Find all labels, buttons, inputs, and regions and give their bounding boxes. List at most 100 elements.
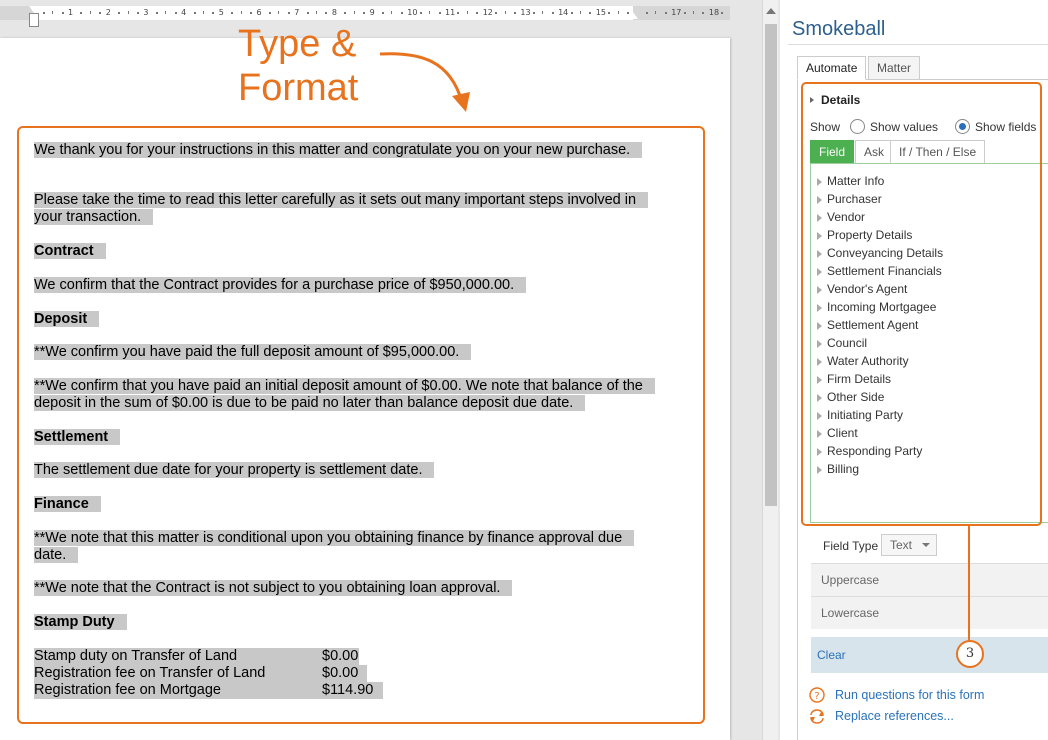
ruler-tick — [278, 11, 280, 14]
letter-paragraph[interactable]: The settlement due date for your propert… — [34, 462, 644, 479]
ruler-tick — [608, 12, 611, 14]
ruler-tick — [155, 12, 158, 14]
annotation-step-badge: 3 — [956, 640, 984, 668]
ruler-tick — [89, 11, 91, 14]
ruler-tick — [268, 12, 271, 14]
ruler-tick — [617, 11, 619, 14]
letter-paragraph[interactable]: **We confirm you have paid the full depo… — [34, 344, 644, 361]
paragraph-text: **We note that this matter is conditiona… — [34, 530, 635, 563]
annotation-callout-line — [968, 526, 970, 641]
ruler-tick — [52, 11, 54, 14]
ruler-tick — [570, 12, 573, 14]
clear-button[interactable]: Clear — [811, 637, 1048, 673]
ruler-number: 18 — [708, 8, 720, 17]
field-type-label: Field Type — [823, 539, 879, 553]
ruler-tick — [702, 12, 705, 14]
field-type-value: Text — [890, 538, 913, 552]
ruler-tick — [504, 11, 506, 14]
ruler-tick — [250, 12, 253, 14]
ruler-tick — [542, 11, 544, 14]
scroll-up-arrow-icon[interactable] — [766, 8, 776, 14]
left-indent-marker[interactable] — [29, 13, 39, 27]
tab-automate[interactable]: Automate — [797, 56, 867, 80]
letter-paragraph[interactable]: **We note that the Contract is not subje… — [34, 580, 644, 597]
ruler-number: 10 — [407, 8, 418, 17]
ruler-number: 17 — [671, 8, 682, 17]
ruler-tick — [240, 11, 242, 14]
ruler-tick — [127, 11, 129, 14]
paragraph-text: We thank you for your instructions in th… — [34, 142, 643, 158]
section-heading-stamp-duty[interactable]: Stamp Duty — [34, 614, 644, 631]
ruler-number: 4 — [181, 8, 187, 17]
run-questions-text: Run questions for this form — [835, 688, 985, 702]
fee-label: Registration fee on Transfer of Land — [34, 665, 266, 681]
ruler-tick — [429, 11, 431, 14]
section-heading-finance[interactable]: Finance — [34, 496, 644, 513]
ruler-tick — [579, 11, 581, 14]
paragraph-text: Please take the time to read this letter… — [34, 192, 649, 225]
ruler-tick — [645, 12, 648, 14]
ruler-number: 7 — [294, 8, 300, 17]
fee-value: $0.00 — [322, 648, 359, 664]
ruler-number: 14 — [558, 8, 569, 17]
ruler-tick — [316, 11, 318, 14]
fee-table-row[interactable]: Registration fee on Mortgage $114.90 — [34, 682, 383, 699]
tab-matter[interactable]: Matter — [868, 56, 921, 80]
letter-paragraph[interactable]: Please take the time to read this letter… — [34, 192, 649, 226]
section-heading-deposit[interactable]: Deposit — [34, 311, 644, 328]
horizontal-ruler[interactable]: 1 2 3 4 5 6 7 8 9 10 11 12 13 14 15 17 18 — [0, 6, 730, 20]
first-line-indent-marker[interactable] — [29, 6, 39, 13]
vertical-scrollbar[interactable] — [762, 0, 778, 740]
ruler-tick — [476, 12, 479, 14]
scrollbar-thumb[interactable] — [765, 24, 777, 506]
letter-paragraph[interactable]: **We confirm that you have paid an initi… — [34, 378, 655, 412]
section-heading-settlement[interactable]: Settlement — [34, 429, 644, 446]
paragraph-text: The settlement due date for your propert… — [34, 462, 435, 478]
heading-text: Contract — [34, 243, 106, 259]
paragraph-text: **We note that the Contract is not subje… — [34, 580, 513, 596]
lowercase-button[interactable]: Lowercase — [811, 596, 1048, 629]
ruler-tick — [400, 12, 403, 14]
heading-text: Settlement — [34, 429, 121, 445]
fee-table-row[interactable]: Registration fee on Transfer of Land $0.… — [34, 665, 367, 682]
letter-paragraph[interactable]: We confirm that the Contract provides fo… — [34, 277, 644, 294]
right-indent-marker[interactable] — [628, 12, 638, 19]
uppercase-button[interactable]: Uppercase — [811, 563, 1048, 596]
replace-references-text: Replace references... — [835, 709, 954, 723]
ruler-number: 2 — [105, 8, 111, 17]
ruler-tick — [419, 12, 422, 14]
annotation-title-line1: Type & — [238, 23, 357, 65]
fee-value: $0.00 — [322, 665, 359, 681]
letter-paragraph[interactable]: We thank you for your instructions in th… — [34, 142, 644, 159]
ruler-tick — [136, 12, 139, 14]
ruler-tick — [655, 11, 657, 14]
divider — [797, 79, 798, 740]
ruler-tick — [457, 12, 460, 14]
fee-label: Registration fee on Mortgage — [34, 682, 221, 698]
fee-table-row[interactable]: Stamp duty on Transfer of Land $0.00 — [34, 648, 359, 665]
question-circle-icon: ? — [809, 687, 825, 703]
section-heading-contract[interactable]: Contract — [34, 243, 644, 260]
fee-value: $114.90 — [322, 682, 374, 698]
svg-text:?: ? — [814, 691, 819, 702]
ruler-tick — [325, 12, 328, 14]
heading-text: Deposit — [34, 311, 100, 327]
ruler-tick — [721, 12, 724, 14]
paragraph-text: **We confirm you have paid the full depo… — [34, 344, 472, 360]
ruler-tick — [513, 12, 516, 14]
ruler-tick — [231, 12, 234, 14]
paragraph-text: **We confirm that you have paid an initi… — [34, 378, 655, 411]
fee-label: Stamp duty on Transfer of Land — [34, 648, 238, 664]
ruler-tick — [344, 12, 347, 14]
ruler-tick — [306, 12, 309, 14]
ruler-tick — [551, 12, 554, 14]
ruler-number: 12 — [482, 8, 493, 17]
ruler-number: 11 — [445, 8, 456, 17]
ruler-number: 9 — [369, 8, 375, 17]
ruler-number: 6 — [256, 8, 262, 17]
letter-paragraph[interactable]: **We note that this matter is conditiona… — [34, 530, 644, 564]
field-type-select[interactable]: Text — [881, 534, 937, 556]
ruler-tick — [363, 12, 366, 14]
replace-arrows-icon — [810, 709, 824, 724]
ruler-tick — [42, 12, 45, 14]
